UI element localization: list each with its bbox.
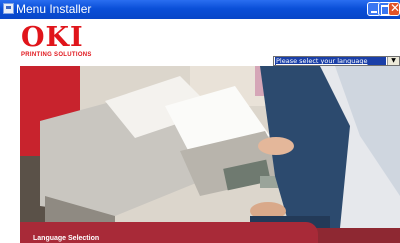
close-button[interactable]: ✕ bbox=[388, 1, 400, 16]
footer-label: Language Selection bbox=[33, 235, 100, 242]
language-select-value: Please select your language bbox=[275, 57, 386, 65]
logo-text: OKI bbox=[21, 22, 84, 53]
title-bar[interactable]: Menu Installer ✕ bbox=[0, 0, 400, 19]
printer-photo bbox=[20, 66, 400, 228]
logo-subtitle: PRINTING SOLUTIONS bbox=[21, 52, 92, 58]
window-title: Menu Installer bbox=[16, 2, 92, 16]
chevron-down-icon[interactable]: ▼ bbox=[387, 57, 399, 65]
close-icon: ✕ bbox=[390, 1, 400, 15]
language-select[interactable]: Please select your language ▼ bbox=[273, 56, 400, 66]
app-icon bbox=[3, 3, 14, 14]
oki-logo: OKI PRINTING SOLUTIONS bbox=[21, 22, 92, 58]
printer-photo-illustration bbox=[20, 66, 400, 228]
